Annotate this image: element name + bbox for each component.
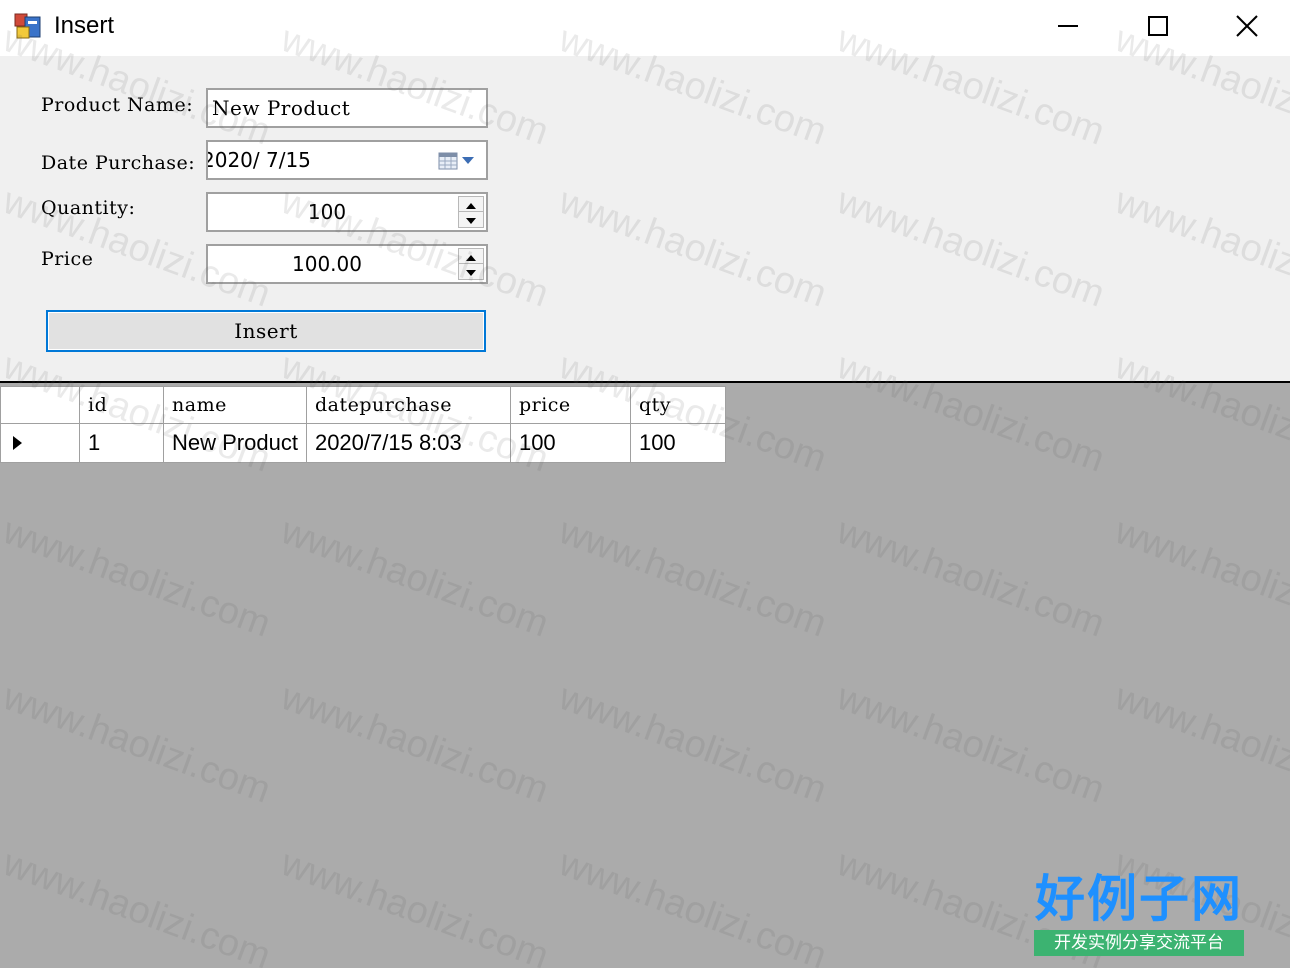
title-bar[interactable]: Insert <box>0 0 1290 56</box>
column-header-qty[interactable]: qty <box>629 386 726 424</box>
price-spinner <box>458 248 484 280</box>
cell-datepurchase[interactable]: 2020/7/15 8:03 <box>305 423 511 463</box>
minimize-icon <box>1057 15 1079 41</box>
cell-price[interactable]: 100 <box>509 423 631 463</box>
column-header-name[interactable]: name <box>163 386 307 424</box>
close-button[interactable] <box>1204 0 1290 56</box>
table-row[interactable]: 1 New Product 2020/7/15 8:03 100 100 <box>0 423 726 463</box>
arrow-down-icon <box>465 210 477 229</box>
date-purchase-label: Date Purchase: <box>41 152 196 174</box>
calendar-dropdown-icon[interactable] <box>438 150 478 172</box>
cell-qty[interactable]: 100 <box>629 423 726 463</box>
logo-sub-text: 开发实例分享交流平台 <box>1034 930 1244 956</box>
quantity-down-button[interactable] <box>459 212 483 227</box>
grid-header-row: id name datepurchase price qty <box>0 386 726 424</box>
grid-corner-header[interactable] <box>0 386 80 424</box>
insert-button[interactable]: Insert <box>46 310 486 352</box>
column-header-datepurchase[interactable]: datepurchase <box>305 386 511 424</box>
column-header-id[interactable]: id <box>79 386 164 424</box>
product-name-input[interactable]: New Product <box>206 88 488 128</box>
products-grid[interactable]: id name datepurchase price qty 1 New Pro… <box>0 386 726 463</box>
site-logo: 好例子网 开发实例分享交流平台 <box>1032 868 1246 960</box>
row-header[interactable] <box>0 423 80 463</box>
date-purchase-picker[interactable]: 2020/ 7/15 <box>206 140 488 180</box>
quantity-spinner <box>458 196 484 228</box>
window-title: Insert <box>54 12 115 39</box>
price-value: 100.00 <box>292 252 362 276</box>
price-stepper[interactable]: 100.00 <box>206 244 488 284</box>
cell-id[interactable]: 1 <box>79 423 164 463</box>
column-header-price[interactable]: price <box>509 386 631 424</box>
maximize-icon <box>1147 15 1169 41</box>
price-label: Price <box>41 248 94 270</box>
row-pointer-icon <box>11 432 23 458</box>
arrow-down-icon <box>465 262 477 281</box>
close-icon <box>1236 15 1258 41</box>
insert-form: Product Name: New Product Date Purchase:… <box>0 56 1290 381</box>
quantity-stepper[interactable]: 100 <box>206 192 488 232</box>
product-name-label: Product Name: <box>41 94 194 116</box>
minimize-button[interactable] <box>1022 0 1114 56</box>
app-icon <box>14 13 42 41</box>
logo-main-text: 好例子网 <box>1035 870 1243 928</box>
quantity-value: 100 <box>307 200 347 224</box>
cell-name[interactable]: New Product <box>163 423 307 463</box>
product-name-value: New Product <box>212 96 351 120</box>
date-purchase-value: 2020/ 7/15 <box>206 148 311 172</box>
quantity-label: Quantity: <box>41 197 136 219</box>
maximize-button[interactable] <box>1112 0 1204 56</box>
price-down-button[interactable] <box>459 264 483 279</box>
